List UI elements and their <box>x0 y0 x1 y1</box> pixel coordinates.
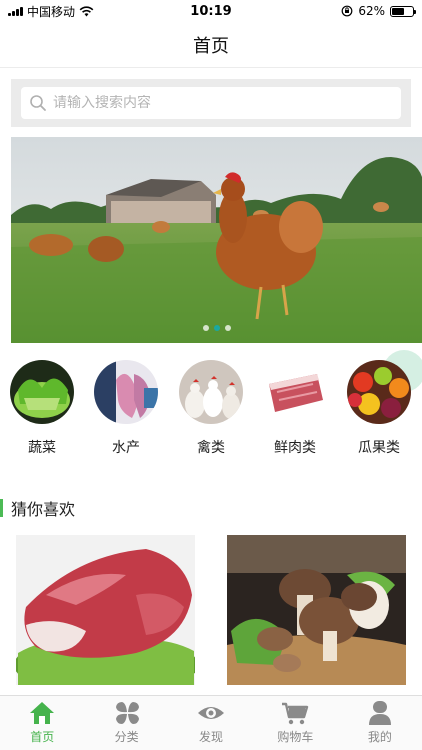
fruits-image <box>347 360 411 424</box>
wifi-icon <box>79 5 94 16</box>
tab-label: 我的 <box>367 730 392 744</box>
signal-icon <box>8 6 23 16</box>
meat-image <box>263 360 327 424</box>
battery-fill <box>392 7 405 15</box>
category-label: 禽类 <box>197 440 225 456</box>
tab-cart[interactable]: 购物车 <box>253 696 337 750</box>
orientation-lock-icon <box>341 5 353 17</box>
category-meat[interactable]: 鲜肉类 <box>253 360 337 457</box>
product-image <box>227 535 406 685</box>
vegetables-image <box>10 360 74 424</box>
section-accent-bar <box>0 499 3 517</box>
carousel-dot[interactable] <box>224 325 231 331</box>
category-fruits[interactable]: 瓜果类 <box>337 360 421 457</box>
section-title: 猜你喜欢 <box>11 500 76 519</box>
carousel-dot-active[interactable] <box>213 325 220 331</box>
carousel-indicator <box>11 325 422 331</box>
search-bar <box>11 79 411 127</box>
search-box[interactable] <box>21 87 401 119</box>
category-poultry[interactable]: 禽类 <box>169 360 253 457</box>
tab-label: 首页 <box>30 730 55 744</box>
product-image <box>16 535 195 685</box>
user-icon <box>368 701 391 725</box>
category-label: 蔬菜 <box>28 440 56 456</box>
tab-label: 购物车 <box>277 730 314 744</box>
tab-home[interactable]: 首页 <box>0 696 84 750</box>
category-vegetables[interactable]: 蔬菜 <box>0 360 84 457</box>
category-nav: 蔬菜 水产 禽类 鲜肉类 瓜果类 <box>0 360 422 465</box>
tab-bar: 首页 分类 发现 购物车 我的 <box>0 695 422 750</box>
tab-label: 发现 <box>199 730 224 744</box>
banner-image <box>11 137 422 343</box>
category-label: 瓜果类 <box>358 440 400 456</box>
banner-carousel[interactable] <box>11 137 422 343</box>
status-left: 中国移动 <box>8 3 94 20</box>
tab-category[interactable]: 分类 <box>84 696 168 750</box>
product-card[interactable] <box>16 535 195 685</box>
battery-icon <box>390 5 416 17</box>
recommend-section-header: 猜你喜欢 <box>0 497 422 519</box>
battery-percent: 62% <box>358 4 385 18</box>
carousel-dot[interactable] <box>202 325 209 331</box>
cart-icon <box>282 702 309 725</box>
tab-discover[interactable]: 发现 <box>169 696 253 750</box>
category-label: 鲜肉类 <box>274 440 316 456</box>
search-icon <box>30 95 46 111</box>
eye-icon <box>198 707 225 719</box>
status-right: 62% <box>341 4 416 18</box>
page-title: 首页 <box>193 35 229 57</box>
seafood-image <box>94 360 158 424</box>
carrier-label: 中国移动 <box>27 4 76 19</box>
navigation-bar: 首页 <box>0 22 422 68</box>
status-bar: 中国移动 10:19 62% <box>0 0 422 22</box>
tab-label: 分类 <box>114 730 139 744</box>
search-input[interactable] <box>53 95 401 111</box>
product-card[interactable] <box>227 535 406 685</box>
category-seafood[interactable]: 水产 <box>84 360 168 457</box>
category-label: 水产 <box>112 440 140 456</box>
category-icon <box>115 702 139 724</box>
home-icon <box>30 702 55 724</box>
poultry-image <box>179 360 243 424</box>
tab-mine[interactable]: 我的 <box>338 696 422 750</box>
